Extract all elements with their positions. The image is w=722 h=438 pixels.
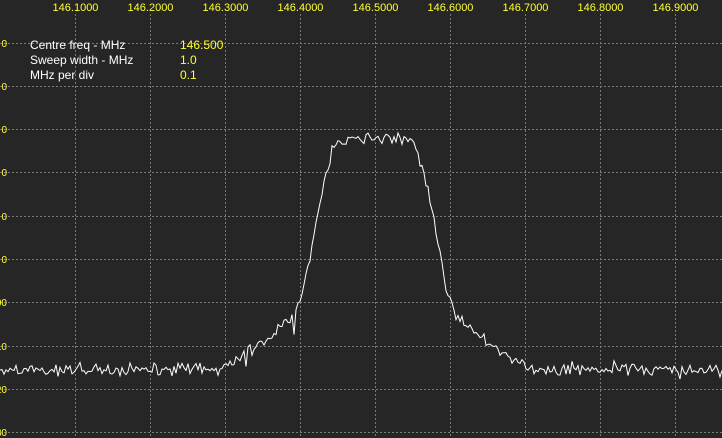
frequency-tick-label: 146.7000 xyxy=(503,2,549,14)
frequency-tick-label: 146.3000 xyxy=(203,2,249,14)
centre-freq-row: Centre freq - MHz 146.500 xyxy=(30,38,223,53)
centre-freq-label: Centre freq - MHz xyxy=(30,38,126,52)
level-tick-label: 0 xyxy=(1,125,7,136)
sweep-width-label: Sweep width - MHz xyxy=(30,53,134,67)
sweep-width-value: 1.0 xyxy=(180,53,197,67)
level-tick-label: 0 xyxy=(1,255,7,266)
mhz-per-div-label: MHz per div xyxy=(30,68,95,82)
sweep-info-panel: Centre freq - MHz 146.500 Sweep width - … xyxy=(30,38,223,83)
level-tick-label: 10 xyxy=(0,342,7,353)
level-tick-label: 0 xyxy=(1,168,7,179)
centre-freq-value: 146.500 xyxy=(180,38,224,52)
frequency-tick-label: 146.1000 xyxy=(53,2,99,14)
frequency-tick-label: 146.8000 xyxy=(578,2,624,14)
level-tick-label: 0 xyxy=(1,39,7,50)
mhz-per-div-row: MHz per div 0.1 xyxy=(30,68,223,83)
level-axis-labels: 00000000102030 xyxy=(0,39,7,438)
spectrum-trace xyxy=(0,131,722,380)
frequency-tick-label: 146.4000 xyxy=(278,2,324,14)
frequency-tick-label: 146.6000 xyxy=(428,2,474,14)
sweep-width-row: Sweep width - MHz 1.0 xyxy=(30,53,223,68)
level-tick-label: 00 xyxy=(0,298,7,309)
level-tick-label: 20 xyxy=(0,385,7,396)
frequency-tick-label: 146.5000 xyxy=(353,2,399,14)
frequency-tick-label: 146.9000 xyxy=(653,2,699,14)
frequency-tick-label: 146.2000 xyxy=(128,2,174,14)
frequency-axis-labels: 146.1000 146.2000 146.3000 146.4000 146.5000… xyxy=(53,2,699,14)
spectrum-analyzer-display: 146.1000 146.2000 146.3000 146.4000 146.5000… xyxy=(0,0,722,438)
level-tick-label: 0 xyxy=(1,82,7,93)
level-tick-label: 0 xyxy=(1,212,7,223)
level-tick-label: 30 xyxy=(0,428,7,438)
mhz-per-div-value: 0.1 xyxy=(180,68,197,82)
